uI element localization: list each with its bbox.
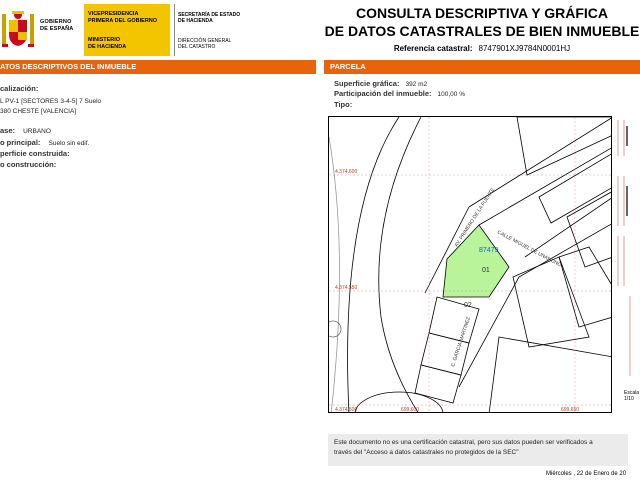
refcat-label: Referencia catastral:	[393, 44, 473, 53]
type-row: Tipo:	[334, 100, 358, 109]
location-row: calización:	[0, 84, 38, 93]
ministry-block: VICEPRESIDENCIA PRIMERA DEL GOBIERNO MIN…	[84, 4, 170, 56]
surface-label: Superficie gráfica:	[334, 79, 400, 88]
class-label: ase:	[0, 126, 16, 135]
location-value-2: 380 CHESTE [VALENCIA]	[0, 108, 77, 115]
property-data-section-bar: ATOS DESCRIPTIVOS DEL INMUEBLE	[0, 60, 316, 74]
construction-year-label: o construcción:	[0, 160, 57, 169]
gov-line-1: GOBIERNO	[40, 19, 72, 25]
disclaimer-line-1: Este documento no es una certificación c…	[334, 439, 593, 446]
participation-value: 100,00 %	[437, 91, 465, 98]
block-bottom-right	[488, 336, 611, 412]
street-edge-2	[478, 147, 611, 226]
coord-x1-label: 699.600	[401, 407, 419, 413]
document-header: GOBIERNO DE ESPAÑA VICEPRESIDENCIA PRIME…	[0, 0, 640, 58]
surface-value: 392 m2	[405, 81, 428, 88]
cadastral-reference: Referencia catastral: 8747901XJ9784N0001H…	[324, 44, 640, 53]
document-date: Miércoles , 22 de Enero de 20	[546, 471, 627, 477]
coord-y2-label: 4.374.550	[335, 285, 357, 291]
coord-y3-label: 4.374.500	[335, 407, 357, 413]
participation-label: Participación del inmueble:	[334, 89, 432, 98]
dir-line-2: DEL CATASTRO	[178, 44, 216, 50]
plot-01-label: 01	[482, 267, 490, 274]
page-title-block: CONSULTA DESCRIPTIVA Y GRÁFICA DE DATOS …	[324, 4, 640, 53]
location-line-1: L PV-1 [SECTORES 3-4-5] 7 Suelo	[0, 96, 101, 106]
min-line-2: DE HACIENDA	[88, 43, 127, 50]
class-value: URBANO	[23, 128, 51, 135]
parcel-id-label: 87479	[479, 247, 499, 254]
sec-line-2: DE HACIENDA	[178, 18, 213, 24]
map-drawing: 87479 01 02 AV. PRIMERO DE LA FUENTE CAL…	[329, 117, 611, 413]
roundabout	[354, 391, 444, 412]
use-label: o principal:	[0, 138, 41, 147]
roundabout-small	[329, 320, 342, 338]
gov-line-2: DE ESPAÑA	[40, 25, 74, 32]
built-surface-row: perficie construida:	[0, 149, 70, 158]
street-edge-3	[524, 197, 611, 258]
map-scale-label: Escala 1/10	[624, 390, 640, 402]
block-top	[516, 117, 611, 176]
surface-row: Superficie gráfica: 392 m2	[334, 79, 427, 89]
use-value: Suelo sin edif.	[48, 140, 90, 147]
block-center-right	[512, 256, 590, 348]
directorate-label: DIRECCIÓN GENERAL DEL CATASTRO	[178, 38, 231, 50]
class-row: ase: URBANO	[0, 126, 51, 136]
cadastral-map[interactable]: 87479 01 02 AV. PRIMERO DE LA FUENTE CAL…	[328, 116, 612, 413]
disclaimer-box: Este documento no es una certificación c…	[328, 434, 628, 466]
header-divider	[174, 4, 175, 56]
page-title-line-1: CONSULTA DESCRIPTIVA Y GRÁFICA	[355, 5, 608, 21]
ministry-label: MINISTERIO DE HACIENDA	[88, 37, 126, 50]
built-surface-label: perficie construida:	[0, 149, 70, 158]
road-edge-left	[347, 117, 400, 412]
plot-02-label: 02	[464, 302, 472, 309]
location-label: calización:	[0, 84, 39, 93]
use-row: o principal: Suelo sin edif.	[0, 138, 89, 148]
location-value-1: L PV-1 [SECTORES 3-4-5] 7 Suelo	[0, 98, 102, 105]
government-label: GOBIERNO DE ESPAÑA	[40, 19, 73, 32]
road-edge-inner	[378, 117, 422, 412]
year-row: o construcción:	[0, 160, 56, 169]
spain-coat-of-arms-icon	[2, 11, 34, 47]
refcat-value: 8747901XJ9784N0001HJ	[478, 44, 571, 53]
disclaimer-line-2: través del "Acceso a datos catastrales n…	[334, 449, 519, 456]
block-lower-right	[558, 246, 611, 328]
vice-presidency-label: VICEPRESIDENCIA PRIMERA DEL GOBIERNO	[88, 11, 157, 24]
coord-x2-label: 699.650	[561, 407, 579, 413]
vice-line-2: PRIMERA DEL GOBIERNO	[88, 17, 158, 24]
participation-row: Participación del inmueble: 100,00 %	[334, 89, 465, 99]
page-title-line-2: DE DATOS CATASTRALES DE BIEN INMUEBLE	[324, 23, 640, 39]
curb-line	[329, 136, 340, 412]
type-label: Tipo:	[334, 100, 353, 109]
location-line-2: 380 CHESTE [VALENCIA]	[0, 106, 76, 116]
secretary-label: SECRETARÍA DE ESTADO DE HACIENDA	[178, 12, 240, 24]
street-label-3: C. GARCIA MARTINEZ	[450, 316, 472, 367]
coord-y1-label: 4.374.600	[335, 169, 357, 175]
plot-lower-2	[414, 364, 462, 404]
map-legend-strip	[612, 116, 640, 413]
parcel-section-bar: PARCELA	[324, 60, 640, 74]
legend-drawing	[617, 120, 631, 376]
